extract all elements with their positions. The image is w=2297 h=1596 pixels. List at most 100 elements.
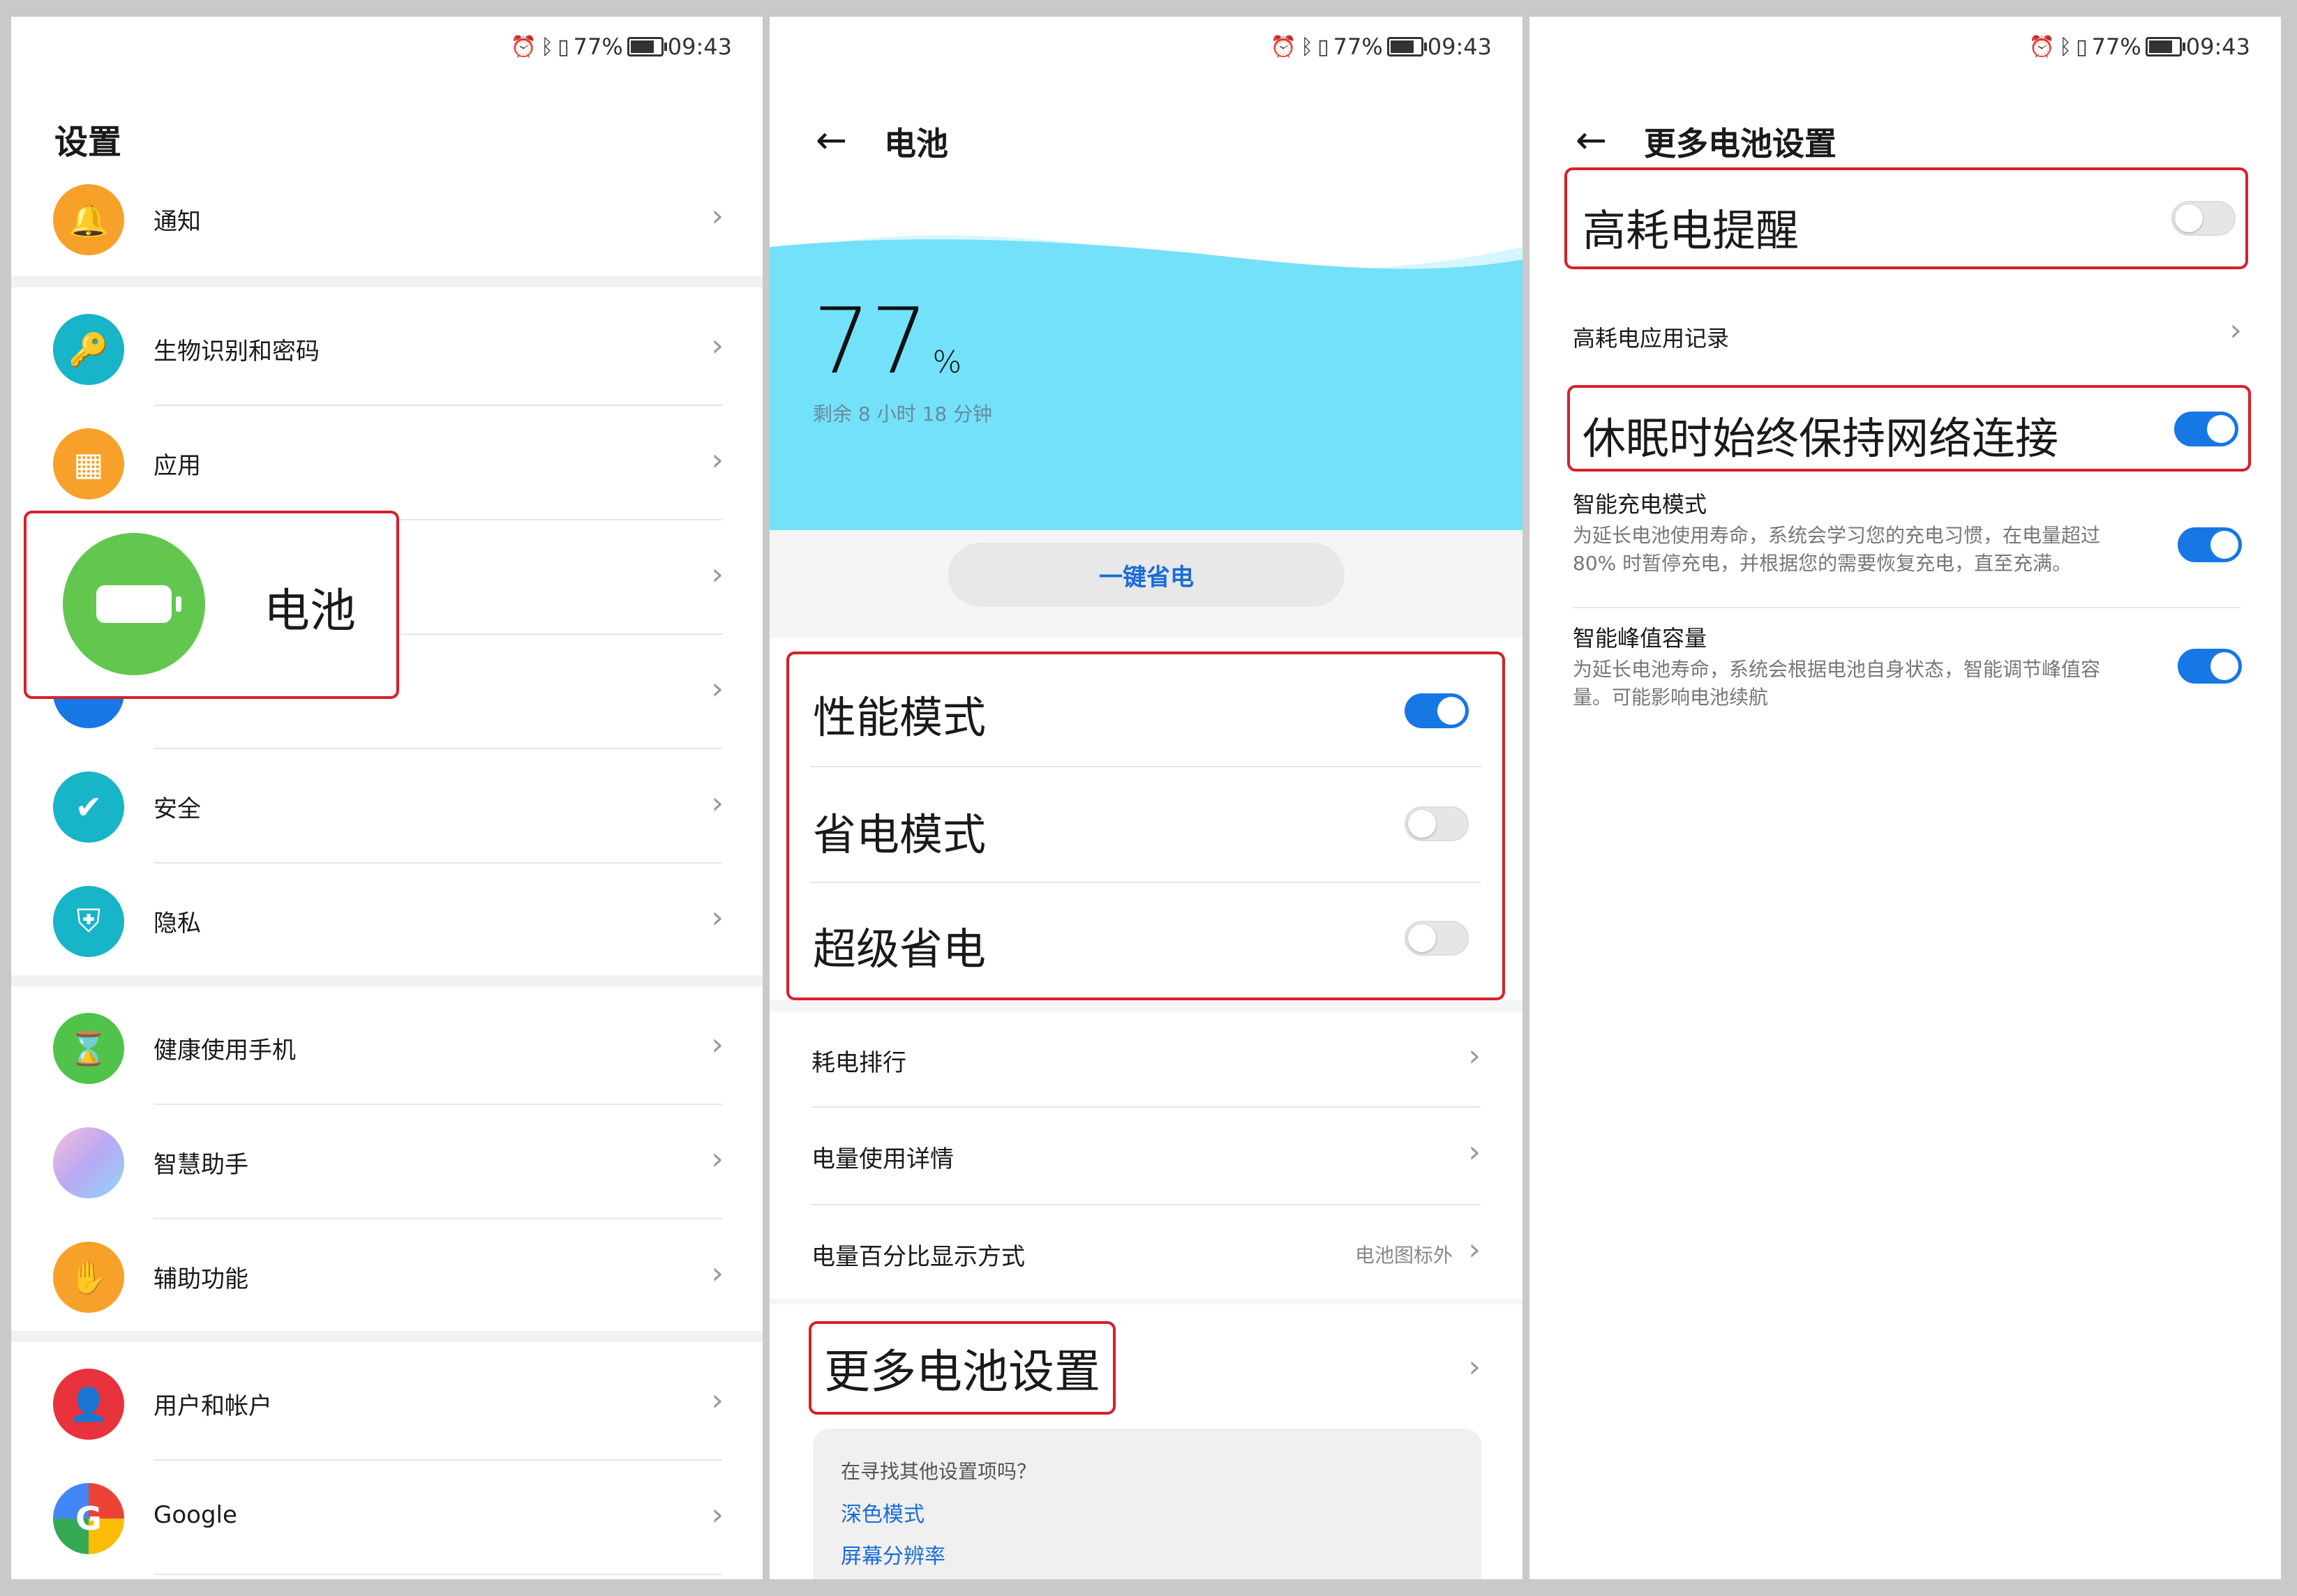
battery-percent: 77% [573, 33, 623, 60]
section-divider [11, 1331, 763, 1342]
ultra-saving-mode-toggle[interactable] [1405, 921, 1469, 956]
settings-item-label: 辅助功能 [154, 1265, 248, 1293]
status-bar: ⏰ ᛒ ▯ 77% 09:43 [2029, 29, 2250, 64]
settings-item-biometrics[interactable]: 🔑 生物识别和密码 › [11, 292, 763, 406]
item-label: 电量使用详情 [811, 1145, 954, 1173]
ultra-saving-mode-label: 超级省电 [813, 924, 987, 974]
settings-item-google[interactable]: G Google › [11, 1461, 763, 1575]
performance-mode-label: 性能模式 [813, 692, 987, 743]
shield-check-icon: ✔ [53, 771, 124, 843]
more-battery-settings[interactable]: 更多电池设置 [809, 1321, 1116, 1415]
page-title: 设置 [54, 123, 122, 162]
modes-highlight: 性能模式 省电模式 超级省电 [786, 652, 1505, 1000]
smart-charge-row[interactable]: 智能充电模式 为延长电池使用寿命，系统会学习您的充电习惯，在电量超过80% 时暂… [1529, 483, 2281, 608]
settings-suggestions: 在寻找其他设置项吗？ 深色模式 屏幕分辨率 [813, 1429, 1481, 1579]
settings-item-accessibility[interactable]: ✋ 辅助功能 › [11, 1219, 763, 1334]
section-divider [11, 276, 763, 287]
settings-item-label: 生物识别和密码 [154, 338, 320, 366]
vibrate-icon: ▯ [558, 34, 569, 59]
vibrate-icon: ▯ [1317, 34, 1329, 59]
hourglass-icon: ⌛ [53, 1013, 124, 1084]
high-drain-alert-row[interactable]: 高耗电提醒 [1564, 167, 2248, 269]
chevron-right-icon: › [711, 328, 724, 363]
settings-item-apps[interactable]: ▦ 应用 › [11, 406, 763, 520]
settings-item-label: 隐私 [154, 910, 201, 938]
settings-item-privacy[interactable]: ⛨ 隐私 › [11, 864, 763, 978]
power-consumption-ranking[interactable]: 耗电排行 › [770, 1011, 1522, 1106]
hand-icon: ✋ [53, 1242, 124, 1313]
clock: 09:43 [2185, 33, 2250, 60]
peak-capacity-row[interactable]: 智能峰值容量 为延长电池寿命，系统会根据电池自身状态，智能调节峰值容量。可能影响… [1529, 611, 2281, 737]
section-divider [11, 975, 763, 986]
item-label: 耗电排行 [811, 1049, 906, 1077]
more-battery-settings-screen: ⏰ ᛒ ▯ 77% 09:43 ← 更多电池设置 高耗电提醒 高耗电应用记录 ›… [1529, 17, 2281, 1579]
settings-item-label: 通知 [154, 208, 201, 236]
battery-items-card: 耗电排行 › 电量使用详情 › 电量百分比显示方式 电池图标外 › [770, 1011, 1522, 1299]
chevron-right-icon: › [711, 785, 724, 821]
chevron-right-icon: › [711, 1141, 724, 1177]
battery-highlight-callout[interactable]: 电池 [24, 511, 399, 699]
chevron-right-icon: › [711, 442, 724, 478]
alarm-icon: ⏰ [510, 34, 537, 59]
battery-icon [63, 533, 205, 675]
battery-level: 77% [813, 288, 962, 394]
google-icon: G [53, 1483, 124, 1554]
clock: 09:43 [1427, 33, 1492, 60]
peak-capacity-toggle[interactable] [2178, 649, 2242, 684]
high-drain-app-record[interactable]: 高耗电应用记录 › [1529, 282, 2281, 386]
high-drain-alert-label: 高耗电提醒 [1583, 205, 1800, 256]
alarm-icon: ⏰ [2028, 34, 2056, 59]
back-arrow-icon[interactable]: ← [1576, 121, 1607, 159]
privacy-shield-icon: ⛨ [53, 886, 124, 957]
item-label: 电量百分比显示方式 [811, 1243, 1025, 1271]
chevron-right-icon: › [711, 198, 724, 234]
battery-status-icon [1386, 37, 1427, 57]
apps-icon: ▦ [53, 428, 124, 499]
smart-charge-toggle[interactable] [2178, 527, 2242, 562]
high-drain-record-label: 高耗电应用记录 [1573, 325, 1730, 352]
battery-screen: ⏰ ᛒ ▯ 77% 09:43 ← 电池 77% 剩余 8 小时 18 分钟 一… [770, 17, 1522, 1579]
status-bar: ⏰ ᛒ ▯ 77% 09:43 [511, 29, 732, 64]
battery-callout-label: 电池 [264, 584, 356, 638]
chevron-right-icon: › [711, 1027, 724, 1062]
one-tap-save-button[interactable]: 一键省电 [948, 543, 1345, 607]
clock: 09:43 [667, 33, 732, 60]
battery-percent: 77% [2091, 33, 2141, 60]
chevron-right-icon: › [711, 1383, 724, 1418]
assistant-icon [53, 1127, 124, 1198]
settings-item-label: 安全 [154, 795, 201, 823]
chevron-right-icon: › [711, 1256, 724, 1291]
remaining-time: 剩余 8 小时 18 分钟 [813, 402, 993, 426]
keep-network-row[interactable]: 休眠时始终保持网络连接 [1567, 385, 2251, 472]
keep-network-toggle[interactable] [2174, 412, 2238, 446]
chevron-right-icon: › [1468, 1349, 1481, 1385]
chevron-right-icon: › [1468, 1134, 1481, 1170]
user-icon: 👤 [53, 1369, 124, 1440]
performance-mode-toggle[interactable] [1405, 693, 1469, 728]
chevron-right-icon: › [2229, 313, 2242, 348]
settings-item-assistant[interactable]: 智慧助手 › [11, 1105, 763, 1219]
power-usage-details[interactable]: 电量使用详情 › [770, 1108, 1522, 1203]
bluetooth-icon: ᛒ [541, 34, 554, 59]
settings-item-label: 健康使用手机 [154, 1037, 296, 1064]
peak-capacity-desc: 为延长电池寿命，系统会根据电池自身状态，智能调节峰值容量。可能影响电池续航 [1573, 658, 2101, 709]
battery-percentage-display[interactable]: 电量百分比显示方式 电池图标外 › [770, 1205, 1522, 1299]
status-bar: ⏰ ᛒ ▯ 77% 09:43 [1271, 29, 1492, 64]
battery-status-icon [627, 37, 667, 57]
settings-item-users[interactable]: 👤 用户和帐户 › [11, 1346, 763, 1461]
settings-item-digital-balance[interactable]: ⌛ 健康使用手机 › [11, 991, 763, 1105]
settings-screen: ⏰ ᛒ ▯ 77% 09:43 设置 🔔 通知 › 🔑 生物识别和密码 › ▦ … [11, 17, 763, 1579]
suggestion-question: 在寻找其他设置项吗？ [841, 1460, 1037, 1483]
back-arrow-icon[interactable]: ← [816, 121, 847, 159]
page-title: 电池 [884, 125, 948, 163]
bluetooth-icon: ᛒ [2059, 34, 2072, 59]
dark-mode-link[interactable]: 深色模式 [841, 1497, 925, 1528]
settings-item-security[interactable]: ✔ 安全 › [11, 749, 763, 864]
high-drain-alert-toggle[interactable] [2171, 201, 2236, 236]
bell-icon: 🔔 [53, 184, 124, 255]
settings-item-notifications[interactable]: 🔔 通知 › [11, 162, 763, 276]
peak-capacity-label: 智能峰值容量 [1573, 625, 1707, 652]
screen-resolution-link[interactable]: 屏幕分辨率 [841, 1539, 945, 1569]
settings-item-label: 用户和帐户 [154, 1392, 272, 1420]
power-saving-mode-toggle[interactable] [1405, 806, 1469, 841]
